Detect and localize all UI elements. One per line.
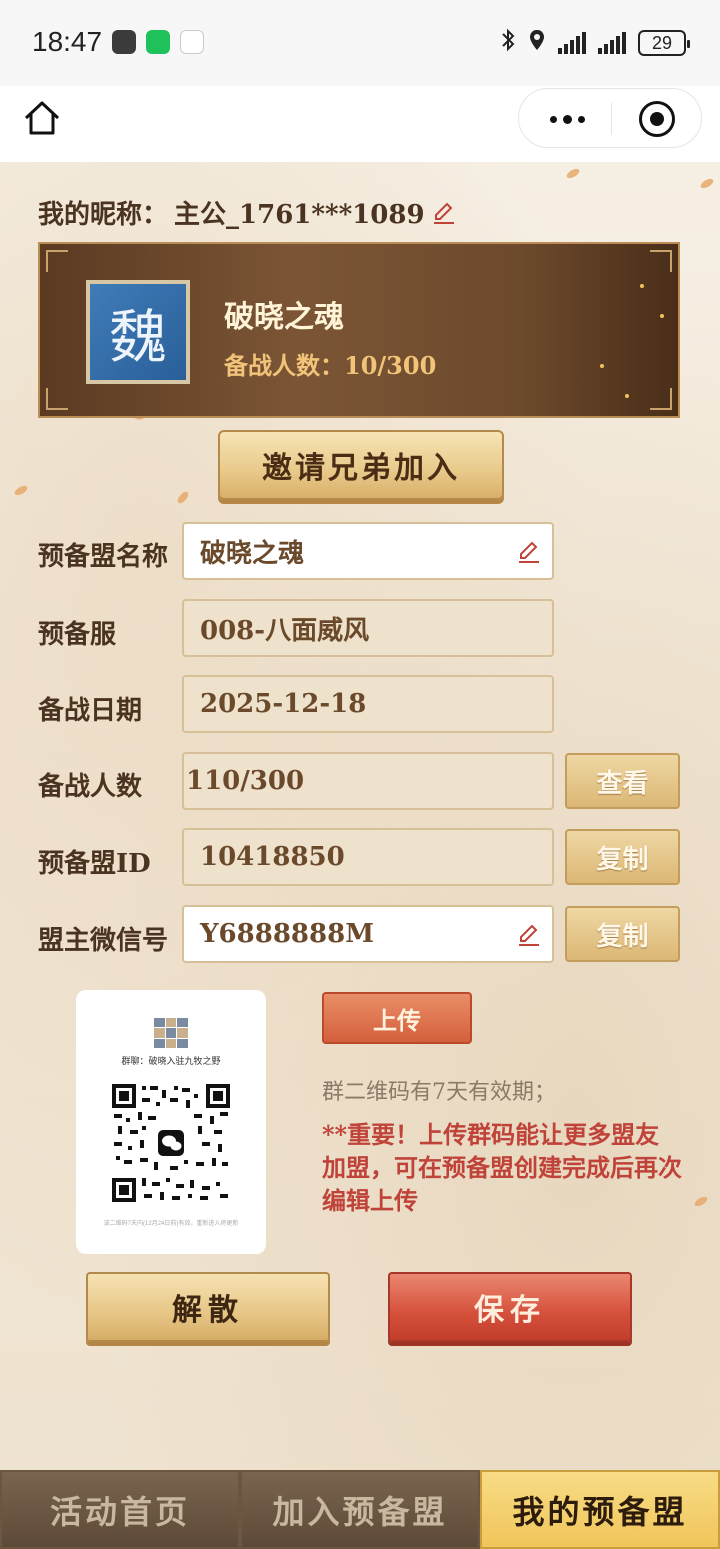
signal-icon-2 (598, 32, 626, 54)
qr-important-notice: **重要！上传群码能让更多盟友加盟，可在预备盟创建完成后再次编辑上传 (322, 1120, 682, 1215)
status-app-icons (112, 30, 204, 54)
gold-sparkle (640, 284, 644, 288)
bottom-tab-bar: 活动首页 加入预备盟 我的预备盟 (0, 1470, 720, 1549)
card-corner-ornament (46, 250, 68, 272)
video-app-notification-icon (180, 30, 204, 54)
gold-sparkle (625, 394, 629, 398)
tab-join-alliance[interactable]: 加入预备盟 (240, 1470, 480, 1549)
battle-date-value: 2025-12-18 (200, 689, 367, 719)
status-bar: 18:47 29 (0, 0, 720, 86)
copy-wechat-button[interactable]: 复制 (565, 906, 680, 962)
tab-my-alliance[interactable]: 我的预备盟 (480, 1470, 720, 1549)
alliance-name-field[interactable]: 破晓之魂 (182, 522, 554, 580)
guild-card: 魏 破晓之魂 备战人数：10/300 (38, 242, 680, 418)
home-icon[interactable] (22, 98, 62, 138)
petal-decoration (699, 176, 715, 191)
edit-wechat-icon[interactable] (516, 922, 542, 948)
alliance-name-value: 破晓之魂 (200, 538, 305, 569)
nickname-value: 主公_1761***1089 (174, 200, 425, 230)
petal-decoration (693, 1194, 709, 1209)
nickname-label: 我的昵称： (38, 200, 169, 230)
wechat-notification-icon (146, 30, 170, 54)
save-button[interactable]: 保存 (388, 1272, 632, 1342)
server-label: 预备服 (38, 620, 117, 650)
nickname-row: 我的昵称： 主公_1761***1089 (38, 194, 457, 231)
close-mini-program-icon[interactable] (639, 101, 675, 137)
server-field: 008-八面威风 (182, 599, 554, 657)
server-value: 008-八面威风 (200, 615, 370, 646)
upload-qr-button[interactable]: 上传 (322, 992, 472, 1044)
qr-expiry-note: 该二维码7天内(12月24日前)有效，重新进入将更新 (103, 1221, 239, 1227)
invite-brothers-button[interactable]: 邀请兄弟加入 (218, 430, 504, 500)
edit-nickname-icon[interactable] (431, 200, 457, 226)
gold-sparkle (600, 364, 604, 368)
more-icon[interactable] (545, 103, 589, 135)
bluetooth-icon (500, 28, 516, 58)
qr-validity-text: 群二维码有7天有效期； (322, 1080, 556, 1105)
card-corner-ornament (650, 250, 672, 272)
guild-emblem: 魏 (86, 280, 190, 384)
card-corner-ornament (650, 388, 672, 410)
disband-button[interactable]: 解散 (86, 1272, 330, 1342)
guild-name: 破晓之魂 (224, 300, 344, 335)
guild-member-count: 备战人数：10/300 (224, 346, 436, 381)
battle-date-field: 2025-12-18 (182, 675, 554, 733)
alliance-name-label: 预备盟名称 (38, 542, 169, 572)
battle-members-field: 110/300 (182, 752, 554, 810)
leader-wechat-label: 盟主微信号 (38, 926, 169, 956)
qr-code-image (110, 1082, 232, 1204)
gold-sparkle (660, 314, 664, 318)
copy-alliance-id-button[interactable]: 复制 (565, 829, 680, 885)
view-members-button[interactable]: 查看 (565, 753, 680, 809)
qr-group-name: 群聊：破晓入驻九牧之野 (121, 1056, 221, 1066)
tab-activity-home[interactable]: 活动首页 (0, 1470, 240, 1549)
alliance-id-label: 预备盟ID (38, 849, 151, 879)
status-indicators: 29 (500, 28, 690, 58)
petal-decoration (175, 489, 191, 506)
battery-icon: 29 (638, 30, 690, 56)
signal-icon (558, 32, 586, 54)
group-qr-card[interactable]: 群聊：破晓入驻九牧之野 该二维码7天内(12月24日前)有效，重新进入将更新 (76, 990, 266, 1254)
battle-members-label: 备战人数 (38, 772, 143, 802)
petal-decoration (565, 166, 581, 181)
battle-members-value: 110/300 (186, 766, 305, 796)
leader-wechat-field[interactable]: Y6888888M (182, 905, 554, 963)
alliance-id-field: 10418850 (182, 828, 554, 886)
leader-wechat-value: Y6888888M (200, 919, 374, 949)
capsule-menu (518, 88, 702, 148)
guild-count-value: 10/300 (344, 351, 437, 380)
petal-decoration (13, 483, 29, 498)
location-icon (528, 28, 546, 58)
page-content: 我的昵称： 主公_1761***1089 魏 破晓之魂 备战人数：10/300 … (0, 162, 720, 1549)
card-corner-ornament (46, 388, 68, 410)
edit-alliance-name-icon[interactable] (516, 539, 542, 565)
guild-count-label: 备战人数： (224, 351, 344, 380)
notification-app-icon (112, 30, 136, 54)
group-avatar (154, 1018, 188, 1048)
mini-program-nav-bar (0, 86, 720, 162)
battle-date-label: 备战日期 (38, 696, 143, 726)
capsule-divider (611, 103, 612, 135)
status-time: 18:47 (32, 26, 103, 57)
alliance-id-value: 10418850 (200, 842, 345, 872)
